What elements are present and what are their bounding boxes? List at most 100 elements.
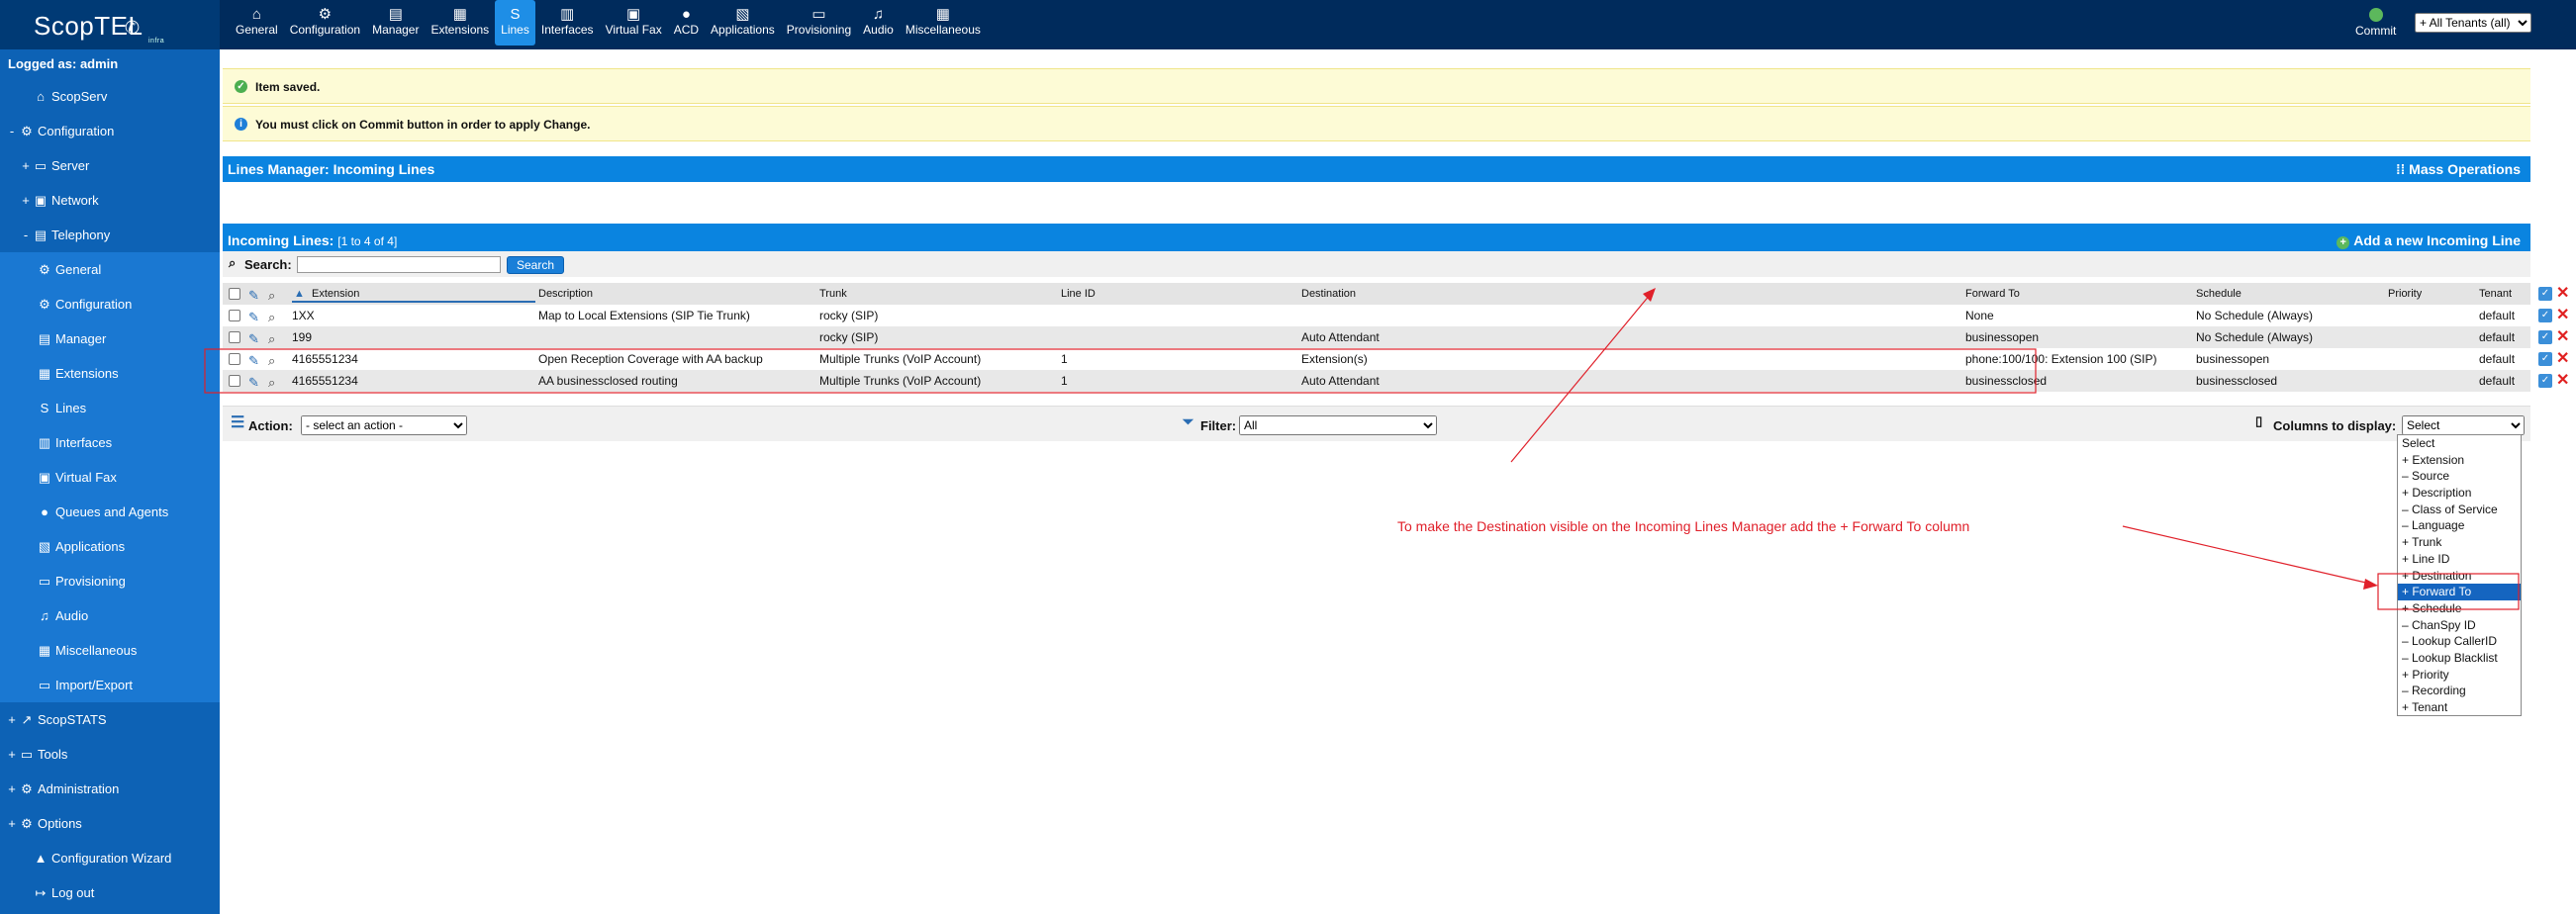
filter-select[interactable]: All — [1239, 415, 1437, 435]
sidebar-item-options[interactable]: + ⚙ Options — [0, 806, 220, 841]
row-checkbox[interactable] — [229, 353, 240, 365]
sidebar-item-scopserv[interactable]: ⌂ ScopServ — [0, 79, 220, 114]
topmenu-manager[interactable]: ▤ Manager — [366, 0, 425, 46]
column-option-line-id[interactable]: + Line ID — [2398, 551, 2521, 568]
expand-icon[interactable]: + — [20, 148, 32, 183]
sidebar-item-log-out[interactable]: ↦ Log out — [0, 875, 220, 910]
delete-icon[interactable]: ✕ — [2556, 326, 2569, 348]
topmenu-miscellaneous[interactable]: ▦ Miscellaneous — [900, 0, 987, 46]
delete-all-icon[interactable]: ✕ — [2556, 283, 2569, 305]
sidebar-item-manager[interactable]: ▤ Manager — [0, 321, 220, 356]
delete-icon[interactable]: ✕ — [2556, 305, 2569, 326]
commit-button[interactable]: Commit — [2355, 6, 2396, 38]
edit-icon[interactable]: ✎ — [248, 307, 259, 328]
column-option-forward-to[interactable]: + Forward To — [2398, 584, 2521, 600]
table-row[interactable]: ✎ ⌕ ✓ ✕ 4165551234 Open Reception Coverage wi… — [223, 348, 2569, 372]
expand-icon[interactable]: + — [6, 737, 18, 772]
topmenu-interfaces[interactable]: ▥ Interfaces — [535, 0, 600, 46]
column-header-schedule[interactable]: Schedule — [2196, 283, 2242, 305]
sidebar-item-scopstats[interactable]: + ↗ ScopSTATS — [0, 702, 220, 737]
expand-icon[interactable]: + — [20, 183, 32, 218]
sidebar-item-configuration-wizard[interactable]: ▲ Configuration Wizard — [0, 841, 220, 875]
sidebar-item-import-export[interactable]: ▭ Import/Export — [0, 668, 220, 702]
sidebar-item-virtual-fax[interactable]: ▣ Virtual Fax — [0, 460, 220, 495]
edit-icon[interactable]: ✎ — [248, 285, 259, 307]
row-select-icon[interactable]: ✓ — [2538, 330, 2552, 344]
sidebar-item-provisioning[interactable]: ▭ Provisioning — [0, 564, 220, 598]
column-option-language[interactable]: – Language — [2398, 517, 2521, 534]
column-header-line-id[interactable]: Line ID — [1061, 283, 1096, 305]
column-option-lookup-callerid[interactable]: – Lookup CallerID — [2398, 633, 2521, 650]
sidebar-item-configuration[interactable]: ⚙ Configuration — [0, 287, 220, 321]
topmenu-virtual-fax[interactable]: ▣ Virtual Fax — [600, 0, 668, 46]
view-icon[interactable]: ⌕ — [268, 285, 275, 307]
collapse-icon[interactable]: - — [20, 218, 32, 252]
column-option-class-of-service[interactable]: – Class of Service — [2398, 502, 2521, 518]
column-option-lookup-blacklist[interactable]: – Lookup Blacklist — [2398, 650, 2521, 667]
sidebar-item-configuration[interactable]: - ⚙ Configuration — [0, 114, 220, 148]
column-option-source[interactable]: – Source — [2398, 468, 2521, 485]
sidebar-item-interfaces[interactable]: ▥ Interfaces — [0, 425, 220, 460]
row-select-icon[interactable]: ✓ — [2538, 309, 2552, 322]
column-option-trunk[interactable]: + Trunk — [2398, 534, 2521, 551]
table-row[interactable]: ✎ ⌕ ✓ ✕ 1XX Map to Local Extensions (SIP Tie … — [223, 305, 2569, 328]
topmenu-configuration[interactable]: ⚙ Configuration — [284, 0, 366, 46]
expand-icon[interactable]: + — [6, 702, 18, 737]
collapse-icon[interactable]: - — [6, 114, 18, 148]
tenant-select[interactable]: + All Tenants (all) — [2415, 13, 2531, 33]
column-option-tenant[interactable]: + Tenant — [2398, 699, 2521, 716]
sidebar-item-queues-and-agents[interactable]: ● Queues and Agents — [0, 495, 220, 529]
search-button[interactable]: Search — [507, 256, 564, 274]
columns-select[interactable]: Select — [2402, 415, 2525, 435]
columns-dropdown-list[interactable]: Select + Extension – Source + Description – … — [2397, 434, 2522, 716]
sidebar-item-extensions[interactable]: ▦ Extensions — [0, 356, 220, 391]
table-row[interactable]: ✎ ⌕ ✓ ✕ 4165551234 AA businessclosed routing M… — [223, 370, 2569, 394]
edit-icon[interactable]: ✎ — [248, 372, 259, 394]
column-header-tenant[interactable]: Tenant — [2479, 283, 2512, 305]
action-select[interactable]: - select an action - — [301, 415, 467, 435]
column-option-extension[interactable]: + Extension — [2398, 452, 2521, 469]
row-checkbox[interactable] — [229, 310, 240, 321]
sidebar-item-applications[interactable]: ▧ Applications — [0, 529, 220, 564]
column-header-forward-to[interactable]: Forward To — [1965, 283, 2020, 305]
topmenu-acd[interactable]: ● ACD — [668, 0, 705, 46]
scoptel-logo[interactable]: ScopTEL ✆ infra — [0, 0, 220, 49]
select-all-checkbox[interactable] — [229, 288, 240, 300]
sidebar-item-network[interactable]: + ▣ Network — [0, 183, 220, 218]
column-option-destination[interactable]: + Destination — [2398, 568, 2521, 585]
column-option-chanspy-id[interactable]: – ChanSpy ID — [2398, 617, 2521, 634]
column-header-priority[interactable]: Priority — [2388, 283, 2422, 305]
row-checkbox[interactable] — [229, 331, 240, 343]
expand-icon[interactable]: + — [6, 806, 18, 841]
topmenu-applications[interactable]: ▧ Applications — [705, 0, 781, 46]
sidebar-item-miscellaneous[interactable]: ▦ Miscellaneous — [0, 633, 220, 668]
view-icon[interactable]: ⌕ — [268, 307, 275, 328]
topmenu-general[interactable]: ⌂ General — [230, 0, 284, 46]
sidebar-item-tools[interactable]: + ▭ Tools — [0, 737, 220, 772]
table-row[interactable]: ✎ ⌕ ✓ ✕ 199 rocky (SIP) Auto Attendant business… — [223, 326, 2569, 350]
view-icon[interactable]: ⌕ — [268, 372, 275, 394]
search-input[interactable] — [297, 256, 501, 273]
sidebar-item-telephony[interactable]: - ▤ Telephony — [0, 218, 220, 252]
view-icon[interactable]: ⌕ — [268, 328, 275, 350]
row-checkbox[interactable] — [229, 375, 240, 387]
sidebar-item-audio[interactable]: ♫ Audio — [0, 598, 220, 633]
column-option-description[interactable]: + Description — [2398, 485, 2521, 502]
column-option-priority[interactable]: + Priority — [2398, 667, 2521, 684]
column-option-schedule[interactable]: + Schedule — [2398, 600, 2521, 617]
expand-icon[interactable]: + — [6, 772, 18, 806]
delete-icon[interactable]: ✕ — [2556, 370, 2569, 392]
column-option-select[interactable]: Select — [2398, 435, 2521, 452]
sidebar-item-administration[interactable]: + ⚙ Administration — [0, 772, 220, 806]
add-incoming-line-button[interactable]: + Add a new Incoming Line — [2337, 227, 2521, 254]
topmenu-provisioning[interactable]: ▭ Provisioning — [781, 0, 857, 46]
column-header-destination[interactable]: Destination — [1301, 283, 1356, 305]
edit-icon[interactable]: ✎ — [248, 350, 259, 372]
topmenu-extensions[interactable]: ▦ Extensions — [425, 0, 495, 46]
sidebar-item-server[interactable]: + ▭ Server — [0, 148, 220, 183]
mass-operations-button[interactable]: ⁞⁞ Mass Operations — [2396, 156, 2521, 182]
view-icon[interactable]: ⌕ — [268, 350, 275, 372]
edit-icon[interactable]: ✎ — [248, 328, 259, 350]
row-select-icon[interactable]: ✓ — [2538, 352, 2552, 366]
column-header-trunk[interactable]: Trunk — [819, 283, 847, 305]
